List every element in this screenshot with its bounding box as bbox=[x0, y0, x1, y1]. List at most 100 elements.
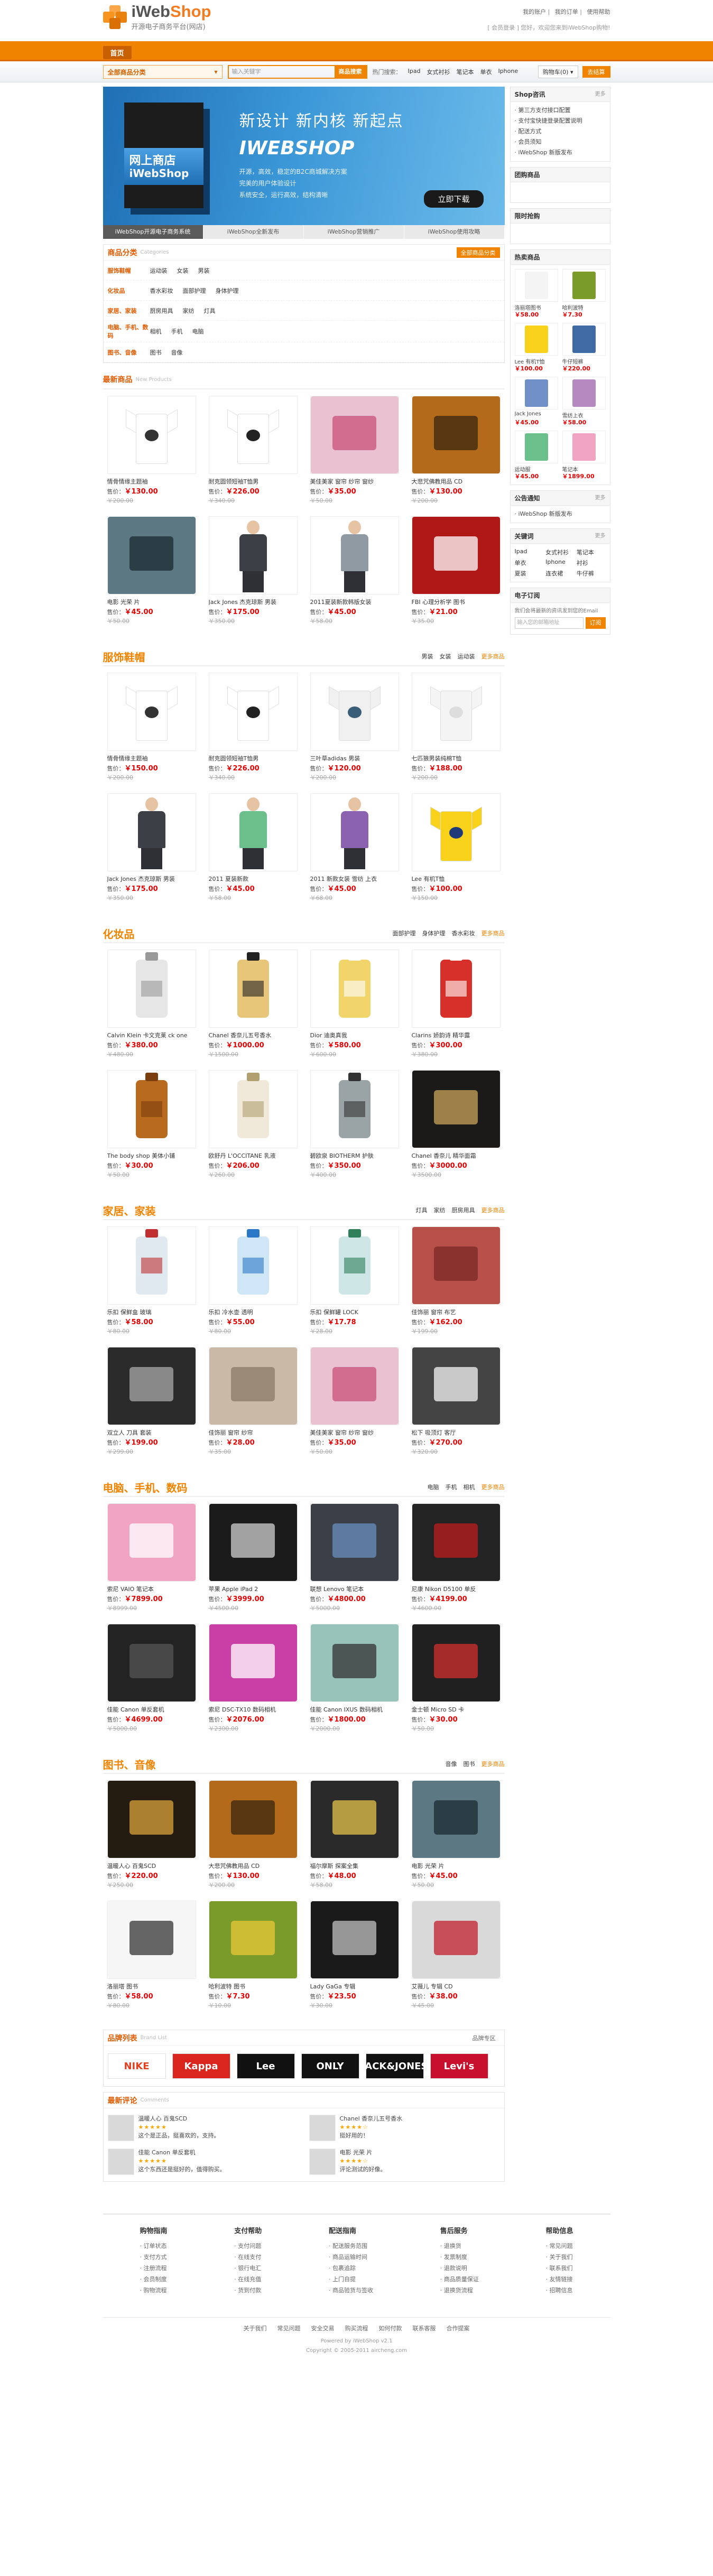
category-row-label[interactable]: 服饰鞋帽 bbox=[108, 266, 150, 275]
brand-logo[interactable]: Levi's bbox=[430, 2053, 488, 2079]
product-card[interactable]: 乐扣 保鲜盒 玻璃 售价：￥58.00 ￥80.00 bbox=[107, 1226, 196, 1347]
notice-item[interactable]: · iWebShop 新版发布 bbox=[515, 509, 606, 519]
product-image[interactable] bbox=[208, 1070, 298, 1148]
product-name[interactable]: 电影 光荣 片 bbox=[107, 598, 196, 605]
product-image[interactable] bbox=[310, 950, 399, 1028]
help-link[interactable]: · 友情链接 bbox=[545, 2274, 573, 2285]
brand-logo[interactable]: NIKE bbox=[107, 2053, 166, 2079]
product-card[interactable]: 索尼 VAIO 笔记本 售价：￥7899.00 ￥8999.00 bbox=[107, 1503, 196, 1624]
footer-link[interactable]: 关于我们 bbox=[244, 2325, 267, 2332]
keyword-link[interactable]: 单衣 bbox=[515, 559, 544, 567]
help-link[interactable]: · 银行电汇 bbox=[234, 2263, 262, 2274]
product-image[interactable] bbox=[310, 1347, 399, 1425]
product-card[interactable]: 双立人 刀具 套装 售价：￥199.00 ￥299.00 bbox=[107, 1347, 196, 1467]
category-link[interactable]: 女装 bbox=[177, 266, 189, 275]
category-link[interactable]: 家纺 bbox=[183, 306, 195, 315]
news-item[interactable]: · iWebShop 新版发布 bbox=[515, 147, 606, 158]
product-card[interactable]: 温暖人心 百鬼SCD 售价：￥220.00 ￥250.00 bbox=[107, 1780, 196, 1901]
product-image[interactable] bbox=[310, 516, 399, 594]
product-card[interactable]: 美佳美家 窗帘 纱帘 窗纱 售价：￥35.00 ￥50.00 bbox=[310, 396, 399, 516]
product-image[interactable] bbox=[208, 516, 298, 594]
product-image[interactable] bbox=[310, 1780, 399, 1858]
product-name[interactable]: Chanel 香奈儿 精华面霜 bbox=[412, 1151, 501, 1159]
category-link[interactable]: 灯具 bbox=[204, 306, 216, 315]
product-card[interactable]: 洛丽塔 图书 售价：￥58.00 ￥80.00 bbox=[107, 1901, 196, 2021]
product-image[interactable] bbox=[411, 1070, 501, 1148]
section-tab[interactable]: 男装 bbox=[422, 652, 433, 661]
comment-product-name[interactable]: 电影 光荣 片 bbox=[340, 2149, 386, 2157]
help-link[interactable]: · 商品运输时间 bbox=[329, 2252, 373, 2263]
product-image[interactable] bbox=[411, 396, 501, 474]
product-image[interactable] bbox=[208, 793, 298, 871]
product-image[interactable] bbox=[411, 1226, 501, 1305]
product-card[interactable]: 耐克圆领短袖T恤男 售价：￥226.00 ￥340.00 bbox=[208, 396, 298, 516]
product-card[interactable]: 大悲咒佛教用品 CD 售价：￥130.00 ￥200.00 bbox=[411, 396, 501, 516]
footer-link[interactable]: 如何付款 bbox=[379, 2325, 402, 2332]
product-card[interactable]: 电影 光荣 片售价：￥45.00 ￥50.00 bbox=[411, 1780, 501, 1901]
all-categories-button[interactable]: 全部商品分类 bbox=[456, 247, 500, 258]
comment-product-image[interactable] bbox=[107, 2115, 134, 2141]
product-card[interactable]: 耐克圆领短袖T恤男 售价：￥226.00 ￥340.00 bbox=[208, 673, 298, 793]
product-card[interactable]: 大悲咒佛教用品 CD 售价：￥130.00 ￥200.00 bbox=[208, 1780, 298, 1901]
more-products-link[interactable]: 更多商品 bbox=[481, 1483, 505, 1491]
footer-link[interactable]: 安全交易 bbox=[311, 2325, 335, 2332]
more-link[interactable]: 更多 bbox=[595, 529, 606, 543]
keyword-link[interactable]: 连衣裙 bbox=[545, 569, 575, 578]
product-name[interactable]: 佳饰丽 窗帘 布艺 bbox=[412, 1308, 501, 1315]
hot-product-name[interactable]: 笔记本 bbox=[562, 465, 606, 472]
product-card[interactable]: Lady GaGa 专辑 售价：￥23.50 ￥30.00 bbox=[310, 1901, 399, 2021]
toplink-orders[interactable]: 我的订单 bbox=[555, 8, 578, 15]
news-item[interactable]: · 支付宝快捷登录配置说明 bbox=[515, 116, 606, 126]
product-name[interactable]: 佳能 Canon IXUS 数码相机 bbox=[310, 1705, 399, 1713]
brand-logo[interactable]: Lee bbox=[236, 2053, 295, 2079]
product-image[interactable] bbox=[310, 1226, 399, 1305]
banner-tab[interactable]: iWebShop全新发布 bbox=[203, 225, 304, 239]
hot-product-name[interactable]: 牛仔短裤 bbox=[562, 357, 606, 364]
product-card[interactable]: FBI 心理分析学 图书 售价：￥21.00 ￥35.00 bbox=[411, 516, 501, 637]
product-name[interactable]: 尼康 Nikon D5100 单反 bbox=[412, 1585, 501, 1592]
product-card[interactable]: 哈利波特 图书 售价：￥7.30 ￥10.00 bbox=[208, 1901, 298, 2021]
help-link[interactable]: · 在线支付 bbox=[234, 2252, 262, 2263]
product-name[interactable]: 佳能 Canon 单反套机 bbox=[107, 1705, 196, 1713]
product-name[interactable]: 乐扣 保鲜罐 LOCK bbox=[310, 1308, 399, 1315]
product-card[interactable]: 情骨情缘主题袖 售价：￥150.00 ￥200.00 bbox=[107, 673, 196, 793]
product-name[interactable]: 乐扣 保鲜盒 玻璃 bbox=[107, 1308, 196, 1315]
site-logo[interactable]: iWebShop 开源电子商务平台(网店) bbox=[103, 3, 211, 31]
help-link[interactable]: · 退换货 bbox=[440, 2240, 479, 2252]
product-image[interactable] bbox=[208, 950, 298, 1028]
keyword-link[interactable]: 衬衫 bbox=[577, 559, 606, 567]
product-image[interactable] bbox=[107, 950, 196, 1028]
product-name[interactable]: 耐克圆领短袖T恤男 bbox=[209, 754, 298, 761]
hot-product-name[interactable]: 哈利波特 bbox=[562, 303, 606, 310]
section-tab[interactable]: 运动装 bbox=[458, 652, 475, 661]
product-name[interactable]: 美佳美家 窗帘 纱帘 窗纱 bbox=[310, 1428, 399, 1436]
help-link[interactable]: · 会员制度 bbox=[140, 2274, 168, 2285]
section-tab[interactable]: 电脑 bbox=[428, 1483, 439, 1491]
help-link[interactable]: · 商品验货与签收 bbox=[329, 2285, 373, 2296]
hot-product[interactable]: Jack Jones ￥45.00 bbox=[514, 377, 558, 426]
product-name[interactable]: 七匹狼男装纯棉T恤 bbox=[412, 754, 501, 761]
product-name[interactable]: 福尔摩斯 探案全集 bbox=[310, 1862, 399, 1869]
hot-product[interactable]: 哈利波特 ￥7.30 bbox=[562, 269, 606, 319]
help-link[interactable]: · 退换货流程 bbox=[440, 2285, 479, 2296]
comment-product-image[interactable] bbox=[309, 2149, 336, 2175]
cart-button[interactable]: 购物车(0) ▾ bbox=[538, 66, 578, 78]
product-card[interactable]: 金士顿 Micro SD 卡售价：￥30.00 ￥50.00 bbox=[411, 1624, 501, 1744]
product-name[interactable]: 哈利波特 图书 bbox=[209, 1982, 298, 1989]
banner-tab[interactable]: iWebShop使用攻略 bbox=[404, 225, 505, 239]
product-name[interactable]: 松下 吸顶灯 客厅 bbox=[412, 1428, 501, 1436]
product-name[interactable]: 三叶草adidas 男装 bbox=[310, 754, 399, 761]
brand-logo[interactable]: Kappa bbox=[172, 2053, 230, 2079]
product-name[interactable]: 情骨情缘主题袖 bbox=[107, 754, 196, 761]
product-image[interactable] bbox=[107, 673, 196, 751]
hot-word[interactable]: 笔记本 bbox=[456, 68, 474, 76]
product-image[interactable] bbox=[107, 1503, 196, 1582]
product-name[interactable]: 2011夏装新款韩版女装 bbox=[310, 598, 399, 605]
product-image[interactable] bbox=[310, 793, 399, 871]
hot-product-image[interactable] bbox=[514, 431, 558, 463]
category-row-label[interactable]: 家居、家装 bbox=[108, 306, 150, 315]
product-image[interactable] bbox=[107, 516, 196, 594]
footer-link[interactable]: 常见问题 bbox=[277, 2325, 301, 2332]
product-image[interactable] bbox=[310, 1624, 399, 1702]
product-card[interactable]: 福尔摩斯 探案全集 售价：￥48.00 ￥58.00 bbox=[310, 1780, 399, 1901]
